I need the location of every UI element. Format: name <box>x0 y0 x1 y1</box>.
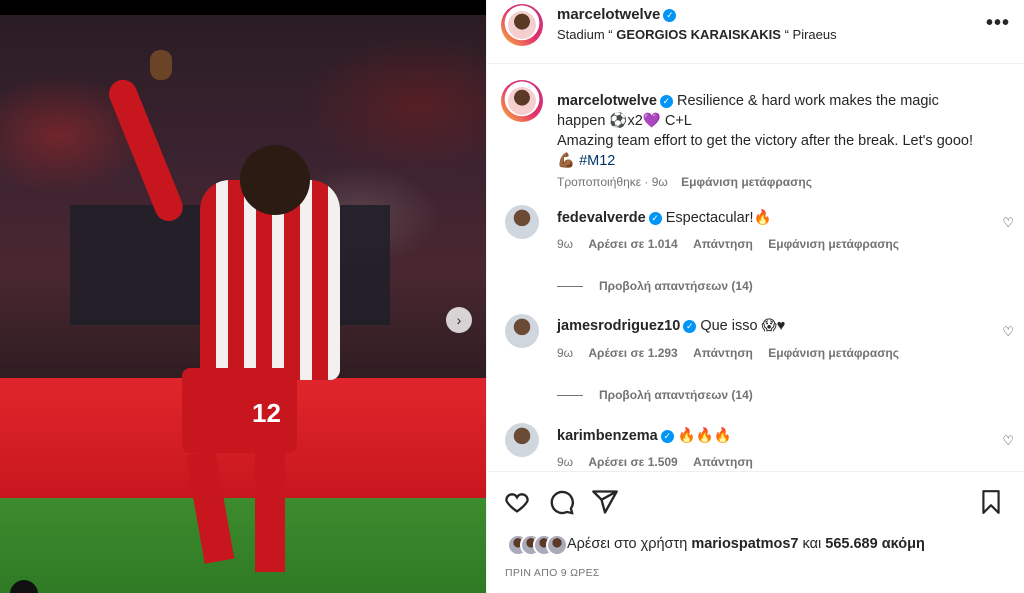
comment-meta: 9ω Αρέσει σε 1.293 Απάντηση Εμφάνιση μετ… <box>557 346 911 360</box>
view-replies-link[interactable]: Προβολή απαντήσεων (14) <box>557 388 753 402</box>
action-icons <box>503 488 1008 516</box>
post-photo[interactable]: 12 › <box>0 0 486 593</box>
caption-line2: Amazing team effort to get the victory a… <box>557 133 973 169</box>
comment-likes[interactable]: Αρέσει σε 1.509 <box>588 455 677 469</box>
comment-likes[interactable]: Αρέσει σε 1.293 <box>588 346 677 360</box>
player-shorts: 12 <box>182 368 297 453</box>
comments-section[interactable]: marcelotwelve ✓ Resilience & hard work ma… <box>487 65 1024 470</box>
comment-likes[interactable]: Αρέσει σε 1.014 <box>588 237 677 251</box>
comment-body: karimbenzema ✓ 🔥🔥🔥 <box>557 427 732 444</box>
photo-top-bar <box>0 0 486 15</box>
likes-count[interactable]: 565.689 ακόμη <box>825 536 925 552</box>
comment-text: 🔥🔥🔥 <box>677 428 732 444</box>
player-leg-right <box>255 452 285 572</box>
share-icon[interactable] <box>591 488 619 516</box>
verified-icon: ✓ <box>659 95 673 108</box>
see-translation-link[interactable]: Εμφάνιση μετάφρασης <box>768 237 899 251</box>
comment-time: 9ω <box>557 455 574 469</box>
hashtag-link[interactable]: #M12 <box>579 153 615 169</box>
comment-time: 9ω <box>557 237 574 251</box>
author-avatar[interactable] <box>501 4 543 46</box>
heart-icon[interactable]: ♡ <box>1002 215 1014 231</box>
like-icon[interactable] <box>503 488 531 516</box>
comment-meta: 9ω Αρέσει σε 1.509 Απάντηση <box>557 455 765 469</box>
commenter-username[interactable]: karimbenzema <box>557 428 658 444</box>
comment-time: 9ω <box>557 346 574 360</box>
next-photo-button[interactable]: › <box>446 307 472 333</box>
verified-icon: ✓ <box>660 430 674 443</box>
post-header: marcelotwelve ✓ Stadium “ GEORGIOS KARAIS… <box>487 0 1024 64</box>
more-options-icon[interactable]: ••• <box>986 12 1010 35</box>
comment-meta: 9ω Αρέσει σε 1.014 Απάντηση Εμφάνιση μετ… <box>557 237 911 251</box>
post-timestamp[interactable]: ΠΡΙΝ ΑΠΟ 9 ΩΡΕΣ <box>505 567 600 579</box>
liker-username[interactable]: mariospatmos7 <box>691 536 798 552</box>
see-translation-link[interactable]: Εμφάνιση μετάφρασης <box>768 346 899 360</box>
commenter-avatar[interactable] <box>505 314 539 348</box>
verified-icon: ✓ <box>683 320 697 333</box>
shorts-number: 12 <box>252 398 281 428</box>
likes-summary[interactable]: Αρέσει στο χρήστη mariospatmos7 και 565.… <box>567 536 925 552</box>
comment-icon[interactable] <box>547 488 575 516</box>
comment-text: Espectacular!🔥 <box>665 210 772 226</box>
edited-label: Τροποποιήθηκε · 9ω <box>557 175 668 189</box>
verified-icon: ✓ <box>648 212 662 225</box>
commenter-avatar[interactable] <box>505 423 539 457</box>
see-translation-link[interactable]: Εμφάνιση μετάφρασης <box>681 175 812 189</box>
author-username[interactable]: marcelotwelve ✓ <box>557 6 677 23</box>
caption-avatar[interactable] <box>501 80 543 122</box>
player-head <box>240 145 310 215</box>
liker-avatar <box>546 534 568 556</box>
verified-icon: ✓ <box>663 9 677 22</box>
bookmark-icon[interactable] <box>978 488 1004 516</box>
commenter-username[interactable]: jamesrodriguez10 <box>557 318 680 334</box>
comment-body: fedevalverde ✓ Espectacular!🔥 <box>557 209 772 226</box>
post-side-panel: marcelotwelve ✓ Stadium “ GEORGIOS KARAIS… <box>486 0 1024 593</box>
chevron-right-icon: › <box>456 312 462 328</box>
liker-avatars[interactable] <box>507 534 568 556</box>
caption-meta: Τροποποιήθηκε · 9ω Εμφάνιση μετάφρασης <box>557 175 812 189</box>
view-replies-link[interactable]: Προβολή απαντήσεων (14) <box>557 279 753 293</box>
caption-username[interactable]: marcelotwelve <box>557 93 657 109</box>
caption-text: marcelotwelve ✓ Resilience & hard work ma… <box>557 91 977 171</box>
commenter-username[interactable]: fedevalverde <box>557 210 646 226</box>
comment-text: Que isso 😱♥ <box>700 318 786 334</box>
reply-button[interactable]: Απάντηση <box>693 455 753 469</box>
comment-body: jamesrodriguez10 ✓ Que isso 😱♥ <box>557 318 785 334</box>
heart-icon[interactable]: ♡ <box>1002 433 1014 449</box>
heart-icon[interactable]: ♡ <box>1002 324 1014 340</box>
post-location[interactable]: Stadium “ GEORGIOS KARAISKAKIS “ Piraeus <box>557 27 837 42</box>
pitch <box>0 498 486 593</box>
post-actions: Αρέσει στο χρήστη mariospatmos7 και 565.… <box>487 471 1024 593</box>
reply-button[interactable]: Απάντηση <box>693 346 753 360</box>
player-hand <box>150 50 172 80</box>
reply-button[interactable]: Απάντηση <box>693 237 753 251</box>
commenter-avatar[interactable] <box>505 205 539 239</box>
